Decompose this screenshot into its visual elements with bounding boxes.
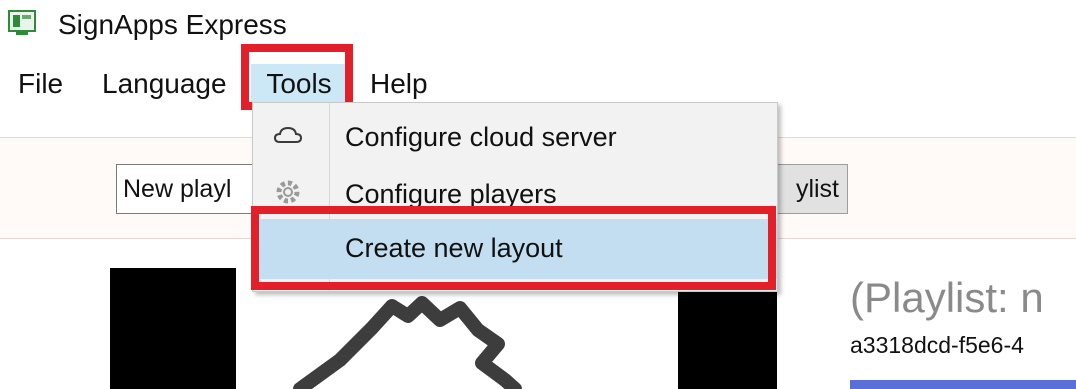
app-icon (8, 10, 36, 35)
menu-item-label: Configure cloud server (345, 122, 617, 152)
tools-highlight-box (241, 44, 353, 110)
window-title: SignApps Express (58, 9, 287, 40)
create-layout-highlight-box (251, 206, 776, 290)
menu-help[interactable]: Help (370, 64, 428, 104)
cloud-icon (273, 126, 303, 143)
blue-strip (850, 380, 1076, 389)
playlist-id: a3318dcd-f5e6-4 (850, 332, 1024, 358)
playlist-title: (Playlist: n (850, 274, 1044, 321)
playlist-name-field[interactable]: New playl (116, 164, 256, 214)
gear-icon (276, 180, 300, 204)
menu-language[interactable]: Language (102, 64, 227, 104)
menu-file[interactable]: File (18, 64, 63, 104)
playlist-button-label: ylist (795, 175, 839, 203)
menu-item-configure-cloud-server[interactable]: Configure cloud server (253, 107, 777, 167)
